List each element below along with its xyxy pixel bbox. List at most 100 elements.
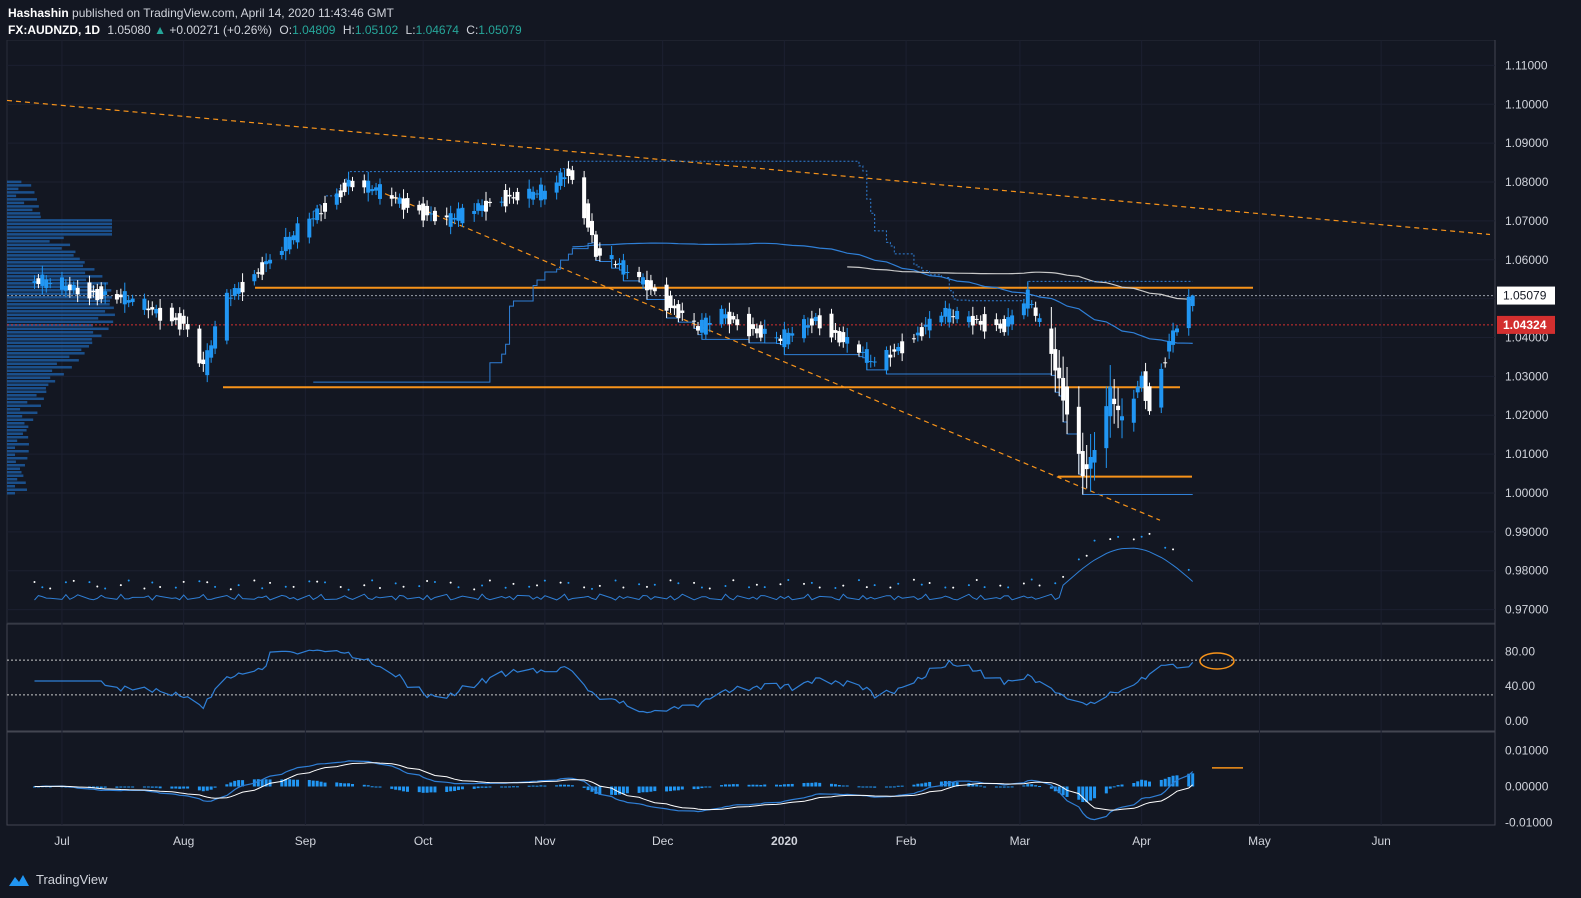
candle-body xyxy=(169,307,174,322)
candle-body xyxy=(692,320,697,322)
candle-body xyxy=(122,291,127,305)
macd-histogram-bar xyxy=(637,786,641,793)
macd-histogram-bar xyxy=(511,786,515,788)
candle-body xyxy=(558,172,563,186)
macd-histogram-bar xyxy=(500,786,504,788)
candle-body xyxy=(562,177,567,180)
macd-histogram-bar xyxy=(182,786,186,789)
candle-body xyxy=(970,315,975,326)
candle-body xyxy=(425,205,430,216)
macd-histogram-bar xyxy=(457,786,461,791)
volume-profile-bar xyxy=(7,313,115,317)
volatility-dot xyxy=(952,586,955,589)
candle-body xyxy=(1112,398,1117,405)
candle-body xyxy=(1088,456,1093,469)
macd-histogram-bar xyxy=(586,786,590,791)
volume-profile-bar xyxy=(7,229,112,233)
macd-histogram-bar xyxy=(1144,780,1148,787)
volume-profile-bar xyxy=(7,477,18,481)
volatility-dot xyxy=(96,585,99,588)
candle-body xyxy=(1029,304,1034,306)
macd-histogram-bar xyxy=(865,786,869,788)
candle-body xyxy=(417,204,422,211)
time-tick-label: 2020 xyxy=(771,834,798,848)
time-tick-label: Oct xyxy=(414,834,433,848)
macd-histogram-bar xyxy=(869,786,873,788)
macd-histogram-bar xyxy=(127,786,131,788)
volume-profile-bar xyxy=(7,180,22,184)
volume-profile-bar xyxy=(7,404,41,408)
change-value: +0.00271 (+0.26%) xyxy=(169,23,273,37)
candle-body xyxy=(1116,405,1121,411)
upper-trendline xyxy=(6,99,1491,236)
symbol-label[interactable]: FX:AUDNZD, 1D xyxy=(8,23,100,37)
candle-body xyxy=(103,291,108,296)
volume-profile-bar xyxy=(7,467,20,470)
candle-body xyxy=(597,248,602,256)
macd-pane[interactable] xyxy=(6,731,1496,826)
candle-body xyxy=(762,328,767,334)
tradingview-brand[interactable]: TradingView xyxy=(8,872,108,887)
candle-body xyxy=(1006,317,1011,327)
macd-histogram-bar xyxy=(727,784,731,787)
macd-histogram-bar xyxy=(994,786,998,788)
candle-body xyxy=(154,308,159,314)
macd-histogram-bar xyxy=(460,786,464,790)
macd-histogram-bar xyxy=(115,786,119,788)
candle-body xyxy=(319,213,324,215)
candle-body xyxy=(892,349,897,352)
macd-histogram-bar xyxy=(146,786,150,788)
candle-body xyxy=(1147,386,1152,412)
volume-profile-bar xyxy=(7,474,24,477)
volume-profile-bar xyxy=(7,247,62,250)
volume-profile-bar xyxy=(7,261,85,264)
volume-profile-bar xyxy=(7,387,46,390)
volume-profile-bar xyxy=(7,488,27,491)
volatility-dot xyxy=(402,585,405,588)
volume-profile-bar xyxy=(7,435,29,439)
macd-histogram-bar xyxy=(778,784,782,787)
macd-histogram-bar xyxy=(453,786,457,791)
macd-histogram-bar xyxy=(205,786,209,791)
candle-body xyxy=(648,280,653,290)
macd-histogram-bar xyxy=(307,779,311,787)
candle-body xyxy=(487,201,492,204)
candle-body xyxy=(1190,295,1195,307)
volume-profile-bar xyxy=(7,369,53,373)
candle-body xyxy=(291,235,296,241)
candle-body xyxy=(130,298,135,303)
macd-histogram-bar xyxy=(103,786,107,788)
macd-histogram-bar xyxy=(119,786,123,788)
candle-body xyxy=(1159,368,1164,408)
candle-body xyxy=(680,310,685,313)
volatility-dot xyxy=(889,586,892,589)
candle-body xyxy=(99,286,104,300)
last-price: 1.05080 xyxy=(107,23,151,37)
candle-body xyxy=(236,288,241,294)
price-chart[interactable]: Jul Aug Sep Oct Nov Dec 2020 Feb Mar Apr May Jun 1.1… xyxy=(0,40,1581,862)
price-tick-label: 1.10000 xyxy=(1505,97,1549,111)
volatility-dot xyxy=(512,582,515,585)
volatility-dot xyxy=(1077,558,1080,561)
macd-histogram-bar xyxy=(617,786,621,795)
volume-profile-bar xyxy=(7,408,21,411)
candle-body xyxy=(32,281,37,284)
macd-histogram-bar xyxy=(731,784,735,787)
time-tick-label: May xyxy=(1248,834,1271,848)
candle-body xyxy=(872,361,877,363)
volatility-dot xyxy=(897,582,900,585)
volume-profile-bar xyxy=(7,320,114,324)
price-tick-label: 0.98000 xyxy=(1505,564,1549,578)
macd-histogram-bar xyxy=(920,783,924,787)
candle-body xyxy=(377,184,382,199)
time-tick-label: Aug xyxy=(173,834,194,848)
volatility-dot xyxy=(237,584,240,587)
publisher-name[interactable]: Hashashin xyxy=(8,6,69,20)
macd-histogram-bar xyxy=(476,786,480,789)
candle-body xyxy=(224,292,229,341)
open-value: 1.04809 xyxy=(292,23,336,37)
candle-body xyxy=(676,304,681,319)
volatility-dot xyxy=(1117,535,1120,538)
volume-profile-bar xyxy=(7,254,74,257)
candle-body xyxy=(315,208,320,221)
